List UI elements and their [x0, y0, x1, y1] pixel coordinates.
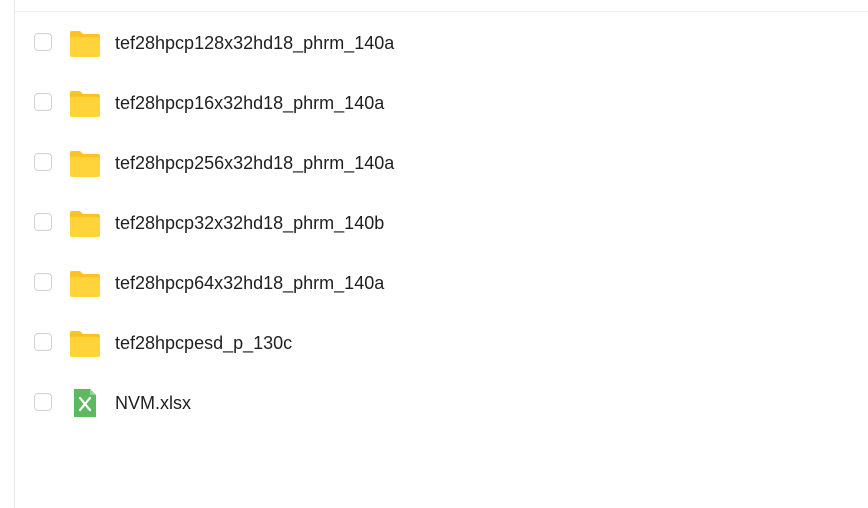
row-checkbox[interactable] — [34, 273, 52, 291]
row-checkbox[interactable] — [34, 33, 52, 51]
folder-icon — [70, 31, 100, 57]
folder-icon — [70, 211, 100, 237]
folder-icon — [70, 271, 100, 297]
file-list: tef28hpcp128x32hd18_phrm_140a tef28hpcp1… — [15, 14, 868, 434]
file-row-folder[interactable]: tef28hpcpesd_p_130c — [15, 314, 868, 374]
file-row-spreadsheet[interactable]: NVM.xlsx — [15, 374, 868, 434]
row-checkbox[interactable] — [34, 393, 52, 411]
file-name[interactable]: tef28hpcp16x32hd18_phrm_140a — [115, 91, 384, 115]
row-checkbox[interactable] — [34, 93, 52, 111]
folder-icon — [70, 331, 100, 357]
file-name[interactable]: tef28hpcpesd_p_130c — [115, 331, 292, 355]
file-row-folder[interactable]: tef28hpcp256x32hd18_phrm_140a — [15, 134, 868, 194]
file-row-folder[interactable]: tef28hpcp64x32hd18_phrm_140a — [15, 254, 868, 314]
file-name[interactable]: NVM.xlsx — [115, 391, 191, 415]
folder-icon — [70, 91, 100, 117]
top-divider — [15, 11, 868, 12]
file-row-folder[interactable]: tef28hpcp16x32hd18_phrm_140a — [15, 74, 868, 134]
file-row-folder[interactable]: tef28hpcp32x32hd18_phrm_140b — [15, 194, 868, 254]
file-name[interactable]: tef28hpcp128x32hd18_phrm_140a — [115, 31, 394, 55]
file-name[interactable]: tef28hpcp64x32hd18_phrm_140a — [115, 271, 384, 295]
excel-file-icon — [74, 389, 96, 417]
row-checkbox[interactable] — [34, 213, 52, 231]
folder-icon — [70, 151, 100, 177]
row-checkbox[interactable] — [34, 333, 52, 351]
file-list-pane: tef28hpcp128x32hd18_phrm_140a tef28hpcp1… — [14, 0, 868, 508]
row-checkbox[interactable] — [34, 153, 52, 171]
file-row-folder[interactable]: tef28hpcp128x32hd18_phrm_140a — [15, 14, 868, 74]
file-name[interactable]: tef28hpcp32x32hd18_phrm_140b — [115, 211, 384, 235]
file-name[interactable]: tef28hpcp256x32hd18_phrm_140a — [115, 151, 394, 175]
